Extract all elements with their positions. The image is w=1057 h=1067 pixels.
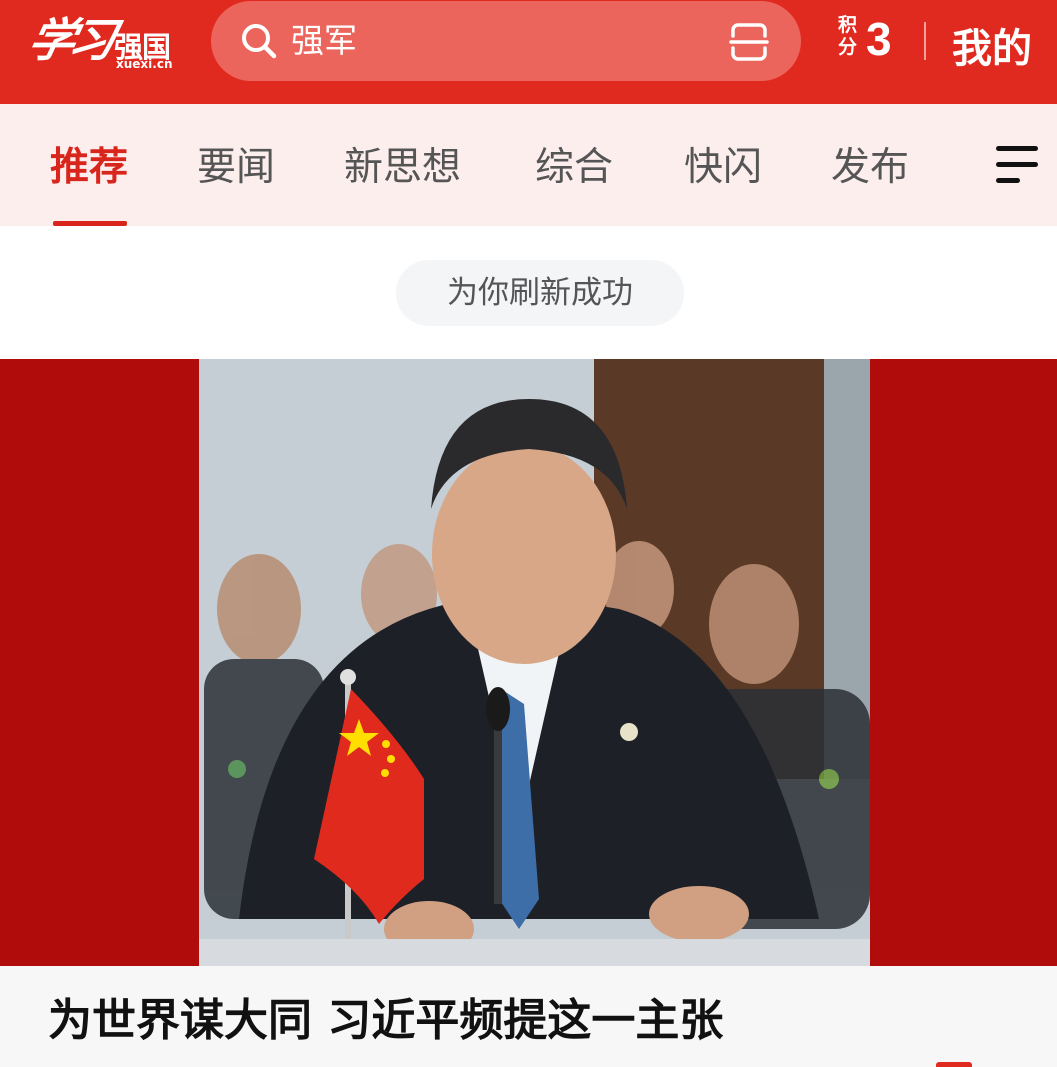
hero-banner[interactable] — [0, 359, 1057, 966]
points-label: 积分 — [838, 14, 858, 58]
article-headline[interactable]: 为世界谋大同 习近平频提这一主张 — [48, 984, 723, 1048]
partial-badge — [936, 1062, 972, 1067]
header-divider — [924, 22, 926, 60]
tab-new-thought[interactable]: 新思想 — [344, 136, 461, 192]
points-value: 3 — [866, 13, 892, 65]
logo-url: xuexi.cn — [116, 57, 173, 71]
mine-button[interactable]: 我的 — [952, 16, 1032, 74]
xuexi-logo[interactable]: 学习 强国 xuexi.cn — [24, 4, 178, 71]
tab-flash[interactable]: 快闪 — [684, 136, 762, 192]
points-display[interactable]: 积分 3 — [838, 10, 908, 74]
logo-script: 学习 — [23, 13, 116, 67]
hero-photo-illustration — [199, 359, 870, 966]
article-card[interactable]: 为世界谋大同 习近平频提这一主张 — [0, 966, 1057, 1067]
tab-comprehensive[interactable]: 综合 — [535, 136, 613, 192]
search-input[interactable]: 强军 — [291, 13, 357, 69]
menu-bar — [996, 162, 1038, 167]
tab-recommend[interactable]: 推荐 — [50, 136, 128, 192]
search-bar[interactable]: 强军 — [211, 1, 801, 81]
menu-bar — [996, 178, 1020, 183]
channel-tabs: 推荐 要闻 新思想 综合 快闪 发布 — [0, 104, 1057, 226]
menu-bar — [996, 146, 1038, 151]
tab-news[interactable]: 要闻 — [197, 136, 275, 192]
hero-photo[interactable] — [199, 359, 870, 966]
active-tab-indicator — [53, 221, 127, 226]
top-header: 学习 强国 xuexi.cn 强军 积分 3 我的 — [0, 0, 1057, 104]
tab-publish[interactable]: 发布 — [831, 136, 909, 192]
scan-icon[interactable] — [729, 22, 769, 62]
search-icon — [242, 24, 277, 59]
refresh-toast: 为你刷新成功 — [396, 260, 684, 326]
menu-icon[interactable] — [996, 146, 1038, 186]
